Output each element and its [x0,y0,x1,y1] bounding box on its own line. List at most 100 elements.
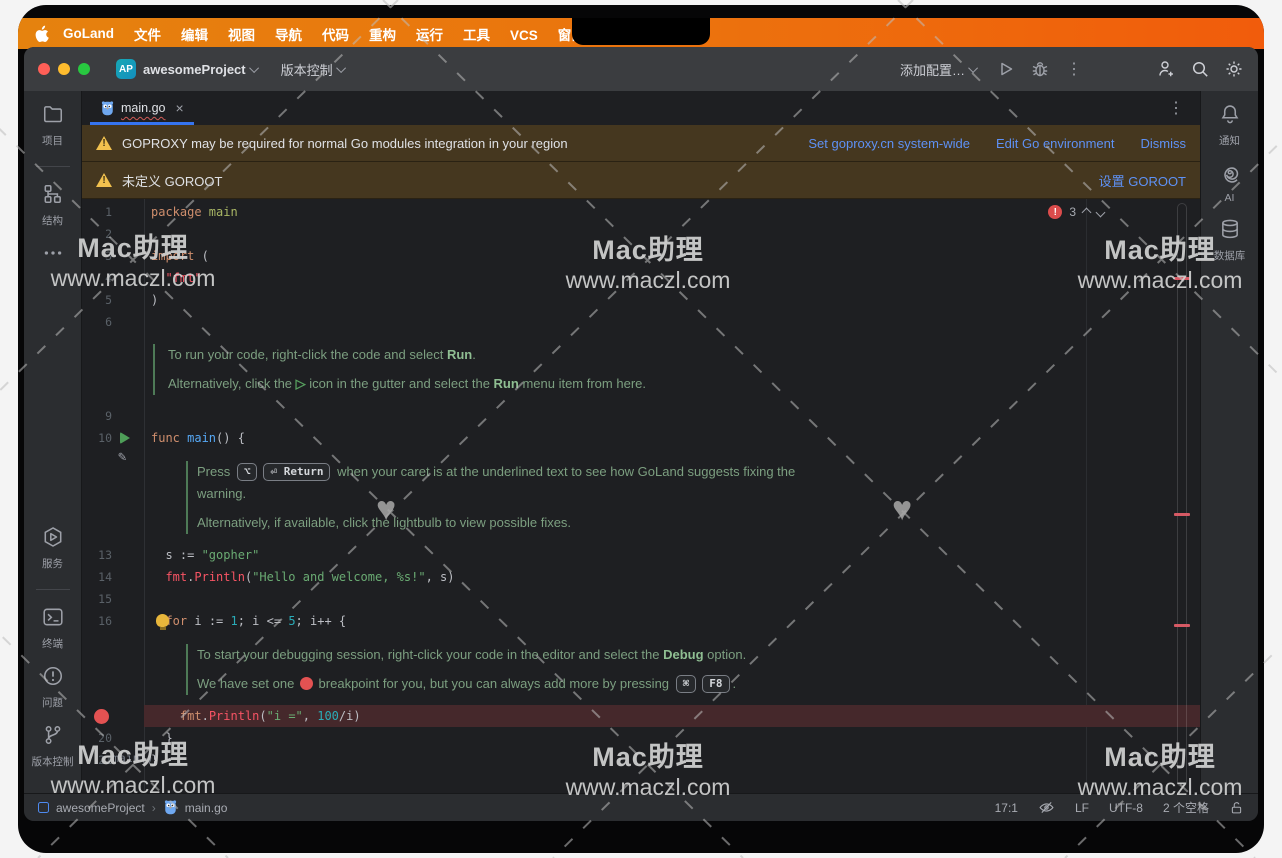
editor-gutter[interactable]: 3 [82,245,144,267]
editor-gutter[interactable] [82,705,144,727]
menu-item[interactable]: 重构 [359,28,406,43]
breadcrumb-file[interactable]: main.go [185,801,228,815]
line-number: 9 [82,405,112,427]
editor-gutter[interactable]: 4 [82,267,144,289]
chevron-down-icon [336,63,346,73]
tool-window-button-bell[interactable]: 通知 [1219,103,1241,148]
project-selector[interactable]: awesomeProject [143,62,246,77]
more-actions-icon[interactable]: ⋮ [1064,59,1084,79]
more-icon [42,242,64,269]
unlock-icon[interactable] [1229,800,1244,816]
menu-item[interactable]: 导航 [265,28,312,43]
indent-style[interactable]: 2 个空格 [1163,799,1209,816]
menu-app-name[interactable]: GoLand [63,26,114,41]
menu-item[interactable]: 文件 [124,28,171,43]
goproxy-banner: ! GOPROXY may be required for normal Go … [82,125,1200,162]
tab-options-icon[interactable]: ⋮ [1166,98,1186,118]
zoom-window-button[interactable] [78,63,90,75]
code-line: 2 [82,223,1200,245]
tab-label: main.go [121,101,165,115]
file-encoding[interactable]: UTF-8 [1109,801,1143,815]
editor-gutter[interactable]: 6 [82,311,144,333]
tool-window-button-structure[interactable]: 结构 [42,183,64,228]
editor-gutter[interactable]: 1 [82,201,144,223]
error-stripe-mark[interactable] [1174,624,1190,627]
debug-icon[interactable] [1030,59,1050,79]
close-tab-icon[interactable]: × [175,100,183,116]
code-text: for i := 1; i <= 5; i++ { [144,610,1200,632]
add-user-icon[interactable] [1156,59,1176,79]
tool-window-label: 数据库 [1214,248,1246,263]
run-gutter-icon: ▷ [296,376,306,391]
tool-window-button-more[interactable] [42,242,64,269]
close-window-button[interactable] [38,63,50,75]
settings-gear-icon[interactable] [1224,59,1244,79]
line-ending[interactable]: LF [1075,801,1089,815]
run-icon[interactable] [996,59,1016,79]
menu-item[interactable]: 编辑 [171,28,218,43]
previous-error-icon[interactable] [1082,207,1092,217]
tool-window-label: 终端 [42,636,63,651]
apple-icon[interactable] [34,25,49,43]
search-icon[interactable] [1190,59,1210,79]
editor-gutter[interactable]: 14 [82,566,144,588]
editor-gutter[interactable]: 16 [82,610,144,632]
code-text: } [144,727,1200,749]
left-tool-window-bar: 项目结构服务终端问题版本控制 [24,91,82,793]
run-main-gutter-icon[interactable] [120,432,130,444]
banner-action-link[interactable]: 设置 GOROOT [1099,171,1186,190]
caret-position[interactable]: 17:1 [995,801,1018,815]
tab-main-go[interactable]: main.go × [90,91,194,125]
breadcrumb-project[interactable]: awesomeProject [56,801,145,815]
error-stripe-mark[interactable] [1174,277,1190,280]
tool-window-label: 项目 [42,133,63,148]
menu-item[interactable]: 运行 [406,28,453,43]
line-number: 1 [82,201,112,223]
tool-window-button-database[interactable]: 数据库 [1214,218,1246,263]
hint-text: breakpoint for you, but you can always a… [315,676,673,691]
editor-gutter[interactable]: 13 [82,544,144,566]
tool-window-icon[interactable] [38,802,49,813]
menu-item[interactable]: VCS [500,28,548,43]
intention-bulb-icon[interactable] [156,614,169,627]
tool-window-button-ai[interactable]: AI [1219,162,1241,204]
code-editor[interactable]: 1package main23import (4 "fmt"5)6To run … [82,199,1200,793]
keyboard-key-chip: ⏎ Return [263,463,330,481]
hint-bold-text: Run [447,347,472,362]
banner-action-link[interactable]: Set goproxy.cn system-wide [808,136,970,151]
hint-bold-text: Debug [663,647,703,662]
minimize-window-button[interactable] [58,63,70,75]
vcs-widget[interactable]: 版本控制 [281,60,333,79]
editor-gutter[interactable]: 5 [82,289,144,311]
macbook-display: GoLand 文件编辑视图导航代码重构运行工具VCS窗口 AP awesomeP… [18,5,1264,853]
tool-window-button-folder[interactable]: 项目 [42,103,64,148]
editor-gutter[interactable]: 9 [82,405,144,427]
error-count: 3 [1069,205,1076,219]
folder-icon [42,103,64,130]
menu-item[interactable]: 代码 [312,28,359,43]
editor-gutter[interactable]: 2 [82,223,144,245]
editor-scrollbar[interactable] [1177,203,1187,787]
breakpoint-icon[interactable] [94,709,109,724]
menu-item[interactable]: 视图 [218,28,265,43]
banner-action-link[interactable]: Edit Go environment [996,136,1115,151]
reader-mode-icon[interactable] [1038,799,1055,816]
tool-window-button-problems[interactable]: 问题 [42,665,64,710]
menu-item[interactable]: 工具 [453,28,500,43]
code-text: package main [144,201,1200,223]
intention-pencil-icon[interactable]: ✎ [118,449,126,465]
ai-icon [1219,162,1241,189]
error-stripe-mark[interactable] [1174,513,1190,516]
banner-action-link[interactable]: Dismiss [1141,136,1187,151]
tool-window-button-services[interactable]: 服务 [42,526,64,571]
tool-window-button-vcs[interactable]: 版本控制 [32,724,74,769]
editor-gutter[interactable]: 10 [82,427,144,449]
line-number: 10 [82,427,112,449]
next-error-icon[interactable] [1096,207,1106,217]
run-configuration-selector[interactable]: 添加配置… [900,60,982,79]
editor-gutter[interactable]: 20 [82,727,144,749]
hint-text: option. [704,647,747,662]
editor-gutter[interactable]: 15 [82,588,144,610]
inspections-widget[interactable]: ! 3 [1048,205,1104,219]
tool-window-button-terminal[interactable]: 终端 [42,606,64,651]
